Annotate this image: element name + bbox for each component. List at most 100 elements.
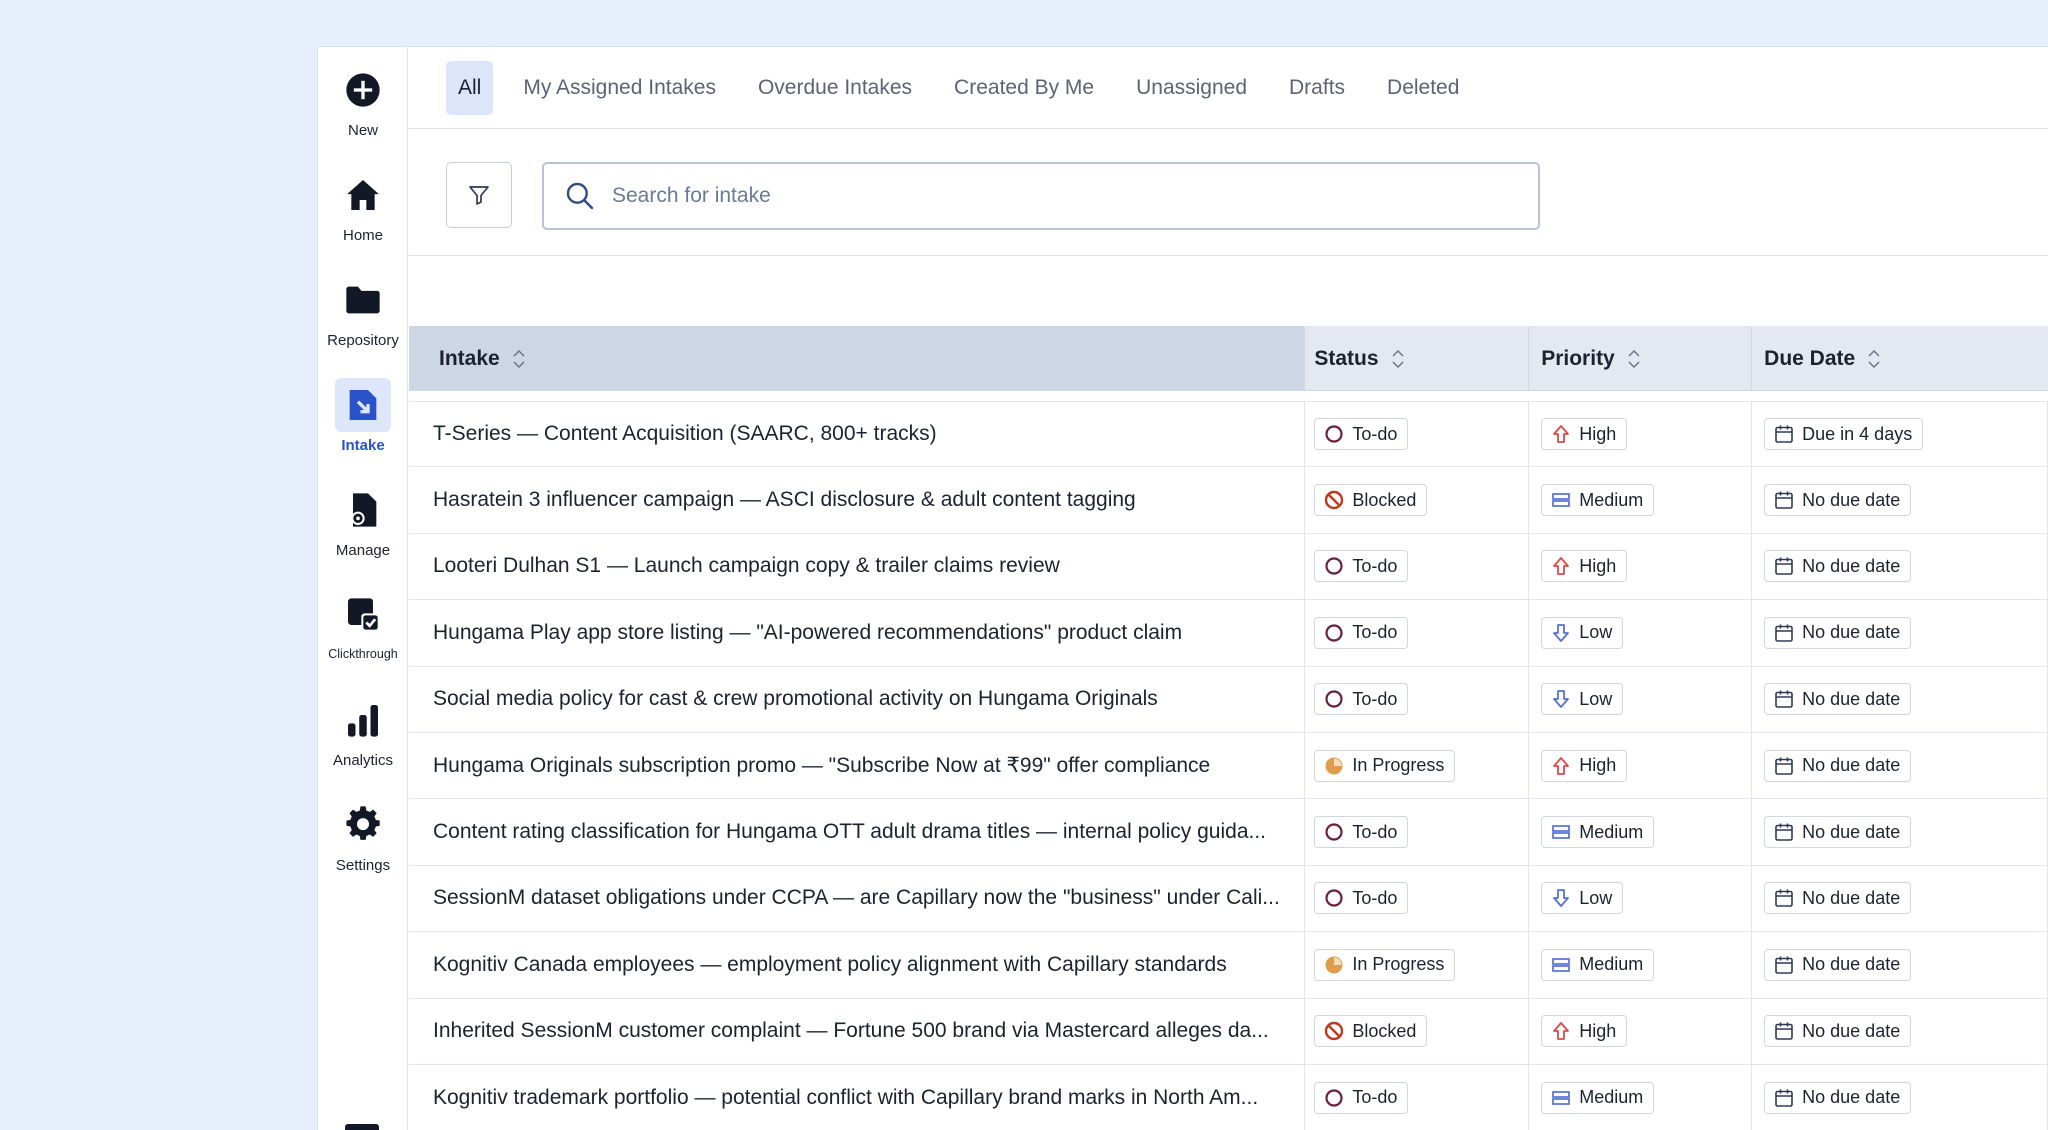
column-header-intake[interactable]: Intake [409, 326, 1306, 391]
due-date-badge[interactable]: No due date [1764, 1015, 1912, 1048]
priority-badge[interactable]: Low [1541, 616, 1624, 649]
priority-badge[interactable]: High [1541, 749, 1628, 782]
due-date-badge[interactable]: No due date [1764, 816, 1912, 849]
tab-all[interactable]: All [446, 60, 494, 115]
table-row[interactable]: T-Series — Content Acquisition (SAARC, 8… [409, 401, 2048, 468]
status-badge[interactable]: In Progress [1314, 948, 1456, 981]
table-row[interactable]: Hungama Originals subscription promo — "… [409, 732, 2048, 800]
priority-badge[interactable]: High [1541, 550, 1628, 583]
priority-badge[interactable]: Medium [1541, 484, 1655, 517]
intake-cell[interactable]: Inherited SessionM customer complaint — … [409, 998, 1306, 1064]
tab-created-by-me[interactable]: Created By Me [942, 61, 1106, 115]
tab-my-assigned-intakes[interactable]: My Assigned Intakes [511, 61, 728, 115]
calendar-icon [1773, 423, 1802, 445]
priority-label: High [1579, 1020, 1617, 1041]
table-row[interactable]: Content rating classification for Hungam… [409, 799, 2048, 866]
status-cell: To-do [1305, 1064, 1530, 1130]
table-row[interactable]: Inherited SessionM customer complaint — … [409, 998, 2048, 1065]
status-badge[interactable]: To-do [1314, 418, 1409, 451]
due-date-badge[interactable]: No due date [1764, 948, 1912, 981]
tab-drafts[interactable]: Drafts [1277, 61, 1357, 115]
due-date-badge[interactable]: No due date [1764, 484, 1912, 517]
intake-cell[interactable]: Social media policy for cast & crew prom… [409, 666, 1306, 732]
intake-title[interactable]: T-Series — Content Acquisition (SAARC, 8… [433, 422, 937, 446]
column-header-priority[interactable]: Priority [1529, 326, 1753, 391]
priority-badge[interactable]: Medium [1541, 816, 1655, 849]
table-row[interactable]: Hungama Play app store listing — "AI-pow… [409, 600, 2048, 667]
calendar-icon [1773, 1087, 1802, 1109]
status-badge[interactable]: To-do [1314, 882, 1409, 915]
column-header-status[interactable]: Status [1305, 326, 1530, 391]
sidebar-item-manage[interactable]: Manage [318, 483, 408, 581]
filter-button[interactable] [446, 162, 512, 228]
due-date-badge[interactable]: No due date [1764, 882, 1912, 915]
priority-badge[interactable]: High [1541, 1015, 1628, 1048]
table-row[interactable]: Kognitiv trademark portfolio — potential… [409, 1064, 2048, 1130]
priority-badge[interactable]: Medium [1541, 1081, 1655, 1114]
status-badge[interactable]: To-do [1314, 616, 1409, 649]
status-badge[interactable]: To-do [1314, 1081, 1409, 1114]
sidebar-item-clickthrough[interactable]: Clickthrough [318, 588, 408, 686]
sidebar-item-intake[interactable]: Intake [318, 378, 408, 476]
table-row[interactable]: Looteri Dulhan S1 — Launch campaign copy… [409, 533, 2048, 601]
status-badge[interactable]: To-do [1314, 816, 1409, 849]
intake-title[interactable]: Hasratein 3 influencer campaign — ASCI d… [433, 488, 1136, 512]
due-date-badge[interactable]: No due date [1764, 683, 1912, 716]
priority-badge[interactable]: Low [1541, 683, 1624, 716]
sidebar-item-settings[interactable]: Settings [318, 798, 408, 896]
status-badge[interactable]: To-do [1314, 683, 1409, 716]
table-row[interactable]: Kognitiv Canada employees — employment p… [409, 932, 2048, 999]
intake-title[interactable]: Content rating classification for Hungam… [433, 820, 1266, 844]
priority-badge[interactable]: Low [1541, 882, 1624, 915]
sidebar-item-analytics[interactable]: Analytics [318, 693, 408, 791]
due-date-badge[interactable]: No due date [1764, 749, 1912, 782]
intake-cell[interactable]: Hungama Originals subscription promo — "… [409, 732, 1306, 799]
intake-title[interactable]: Social media policy for cast & crew prom… [433, 687, 1158, 711]
table-row[interactable]: Social media policy for cast & crew prom… [409, 666, 2048, 733]
intake-cell[interactable]: SessionM dataset obligations under CCPA … [409, 865, 1306, 932]
search-input[interactable] [612, 184, 1512, 208]
search-box[interactable] [542, 162, 1540, 230]
intake-cell[interactable]: Hungama Play app store listing — "AI-pow… [409, 600, 1306, 666]
sidebar-item-repository[interactable]: Repository [318, 273, 408, 371]
intake-title[interactable]: Inherited SessionM customer complaint — … [433, 1019, 1269, 1043]
todo-circle-icon [1323, 821, 1352, 843]
due-date-badge[interactable]: No due date [1764, 550, 1912, 583]
status-badge[interactable]: To-do [1314, 550, 1409, 583]
tab-unassigned[interactable]: Unassigned [1124, 61, 1259, 115]
sidebar-bottom-icon[interactable] [345, 1124, 379, 1130]
intake-title[interactable]: Hungama Play app store listing — "AI-pow… [433, 621, 1182, 645]
priority-cell: Low [1529, 865, 1753, 932]
status-badge[interactable]: Blocked [1314, 484, 1428, 517]
sidebar-item-new[interactable]: New [318, 63, 408, 161]
intake-cell[interactable]: Kognitiv trademark portfolio — potential… [409, 1064, 1306, 1130]
intake-cell[interactable]: Kognitiv Canada employees — employment p… [409, 932, 1306, 998]
calendar-icon [1773, 622, 1802, 644]
sidebar-item-home[interactable]: Home [318, 168, 408, 266]
intake-cell[interactable]: Hasratein 3 influencer campaign — ASCI d… [409, 467, 1306, 533]
intake-title[interactable]: Looteri Dulhan S1 — Launch campaign copy… [433, 554, 1060, 578]
priority-badge[interactable]: High [1541, 418, 1628, 451]
intake-title[interactable]: Kognitiv Canada employees — employment p… [433, 953, 1227, 977]
search-icon [566, 182, 594, 210]
column-header-due-date[interactable]: Due Date [1752, 326, 2048, 391]
priority-cell: High [1529, 998, 1753, 1064]
intake-title[interactable]: Kognitiv trademark portfolio — potential… [433, 1086, 1258, 1110]
tab-deleted[interactable]: Deleted [1375, 61, 1471, 115]
intake-cell[interactable]: Content rating classification for Hungam… [409, 799, 1306, 865]
intake-title[interactable]: SessionM dataset obligations under CCPA … [433, 886, 1280, 910]
intake-cell[interactable]: Looteri Dulhan S1 — Launch campaign copy… [409, 533, 1306, 600]
status-badge[interactable]: Blocked [1314, 1015, 1428, 1048]
intake-title[interactable]: Hungama Originals subscription promo — "… [433, 753, 1210, 778]
bar-chart-icon [335, 693, 391, 747]
intake-cell[interactable]: T-Series — Content Acquisition (SAARC, 8… [409, 402, 1306, 467]
table-row[interactable]: Hasratein 3 influencer campaign — ASCI d… [409, 467, 2048, 534]
tab-overdue-intakes[interactable]: Overdue Intakes [746, 61, 924, 115]
due-date-badge[interactable]: No due date [1764, 616, 1912, 649]
arrow-down-icon [1550, 688, 1579, 710]
priority-badge[interactable]: Medium [1541, 948, 1655, 981]
due-date-badge[interactable]: No due date [1764, 1081, 1912, 1114]
due-date-badge[interactable]: Due in 4 days [1764, 418, 1924, 451]
status-badge[interactable]: In Progress [1314, 749, 1456, 782]
table-row[interactable]: SessionM dataset obligations under CCPA … [409, 865, 2048, 933]
